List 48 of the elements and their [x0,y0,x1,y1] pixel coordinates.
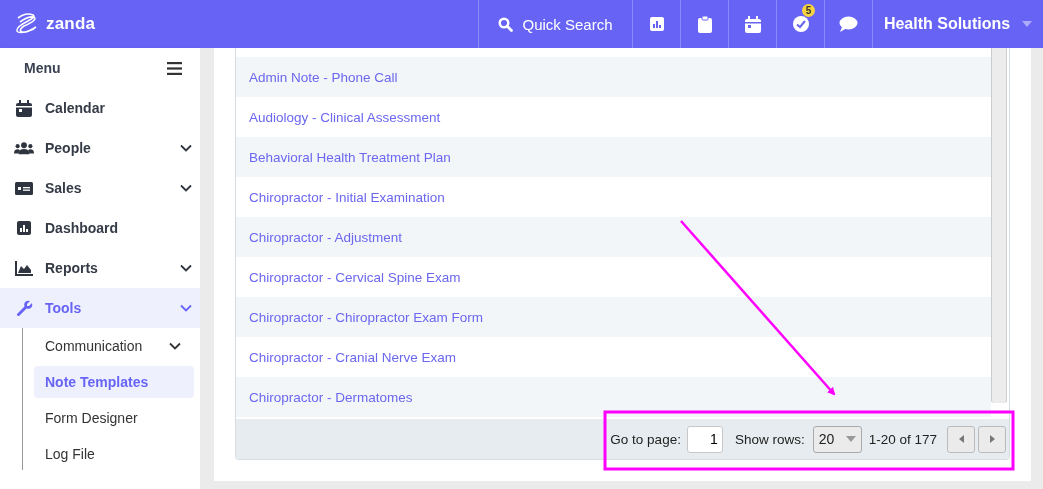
bar-chart-icon [648,16,665,32]
sidebar-item[interactable]: Sales [0,168,200,208]
page-range: 1-20 of 177 [868,431,937,447]
go-to-page-label: Go to page: [610,431,681,447]
sidebar-item[interactable]: Dashboard [0,208,200,248]
template-link[interactable]: Chiropractor - Adjustment [249,229,403,245]
page-input[interactable]: 1 [686,425,723,453]
check-circle-icon [791,15,810,33]
next-page-button[interactable] [978,425,1006,453]
area-icon [14,260,34,276]
sidebar-item[interactable]: Tools [0,288,200,328]
scrollbar[interactable] [991,48,1007,403]
wrench-icon [14,299,34,317]
previous-page-button[interactable] [947,425,975,453]
template-link[interactable]: Audiology - Clinical Assessment [249,109,441,125]
clipboard-icon [697,15,712,33]
template-link[interactable]: Behavioral Health Treatment Plan [249,149,451,165]
account-menu[interactable]: Health Solutions [873,0,1043,48]
menu-title: Menu [24,60,61,76]
submenu-item[interactable]: Communication [34,330,194,362]
search-icon [498,16,514,32]
template-link[interactable]: Chiropractor - Chiropractor Exam Form [249,309,484,325]
caret-icon [1022,21,1033,27]
people-icon [14,141,34,155]
submenu-item[interactable]: Log File [34,438,194,470]
template-link[interactable]: Chiropractor - Dermatomes [249,389,413,405]
left-triangle-icon [958,435,964,443]
submenu-item[interactable]: Note Templates [34,366,194,398]
calendar-icon [744,15,761,33]
speech-bubble-icon [839,16,858,32]
right-triangle-icon [989,435,995,443]
sales-icon [14,181,34,195]
brand-name: zanda [46,14,96,34]
calendar-icon [14,99,34,117]
template-link[interactable]: Admin Note - Phone Call [249,69,398,85]
template-link[interactable]: Chiropractor - Initial Examination [249,189,445,205]
sidebar-item[interactable]: People [0,128,200,168]
template-link[interactable]: Chiropractor - Cranial Nerve Exam [249,349,457,365]
rows-dropdown[interactable]: 20 [812,425,862,453]
menu-icon[interactable] [167,61,182,75]
submenu-item[interactable]: Form Designer [34,402,194,434]
caret-icon [845,436,856,442]
template-link[interactable]: Chiropractor - Cervical Spine Exam [249,269,461,285]
sidebar-item[interactable]: Calendar [0,88,200,128]
sidebar-item[interactable]: Reports [0,248,200,288]
show-rows-label: Show rows: [734,431,805,447]
bar-chart-icon [14,220,34,236]
notification-badge: 5 [802,4,815,17]
